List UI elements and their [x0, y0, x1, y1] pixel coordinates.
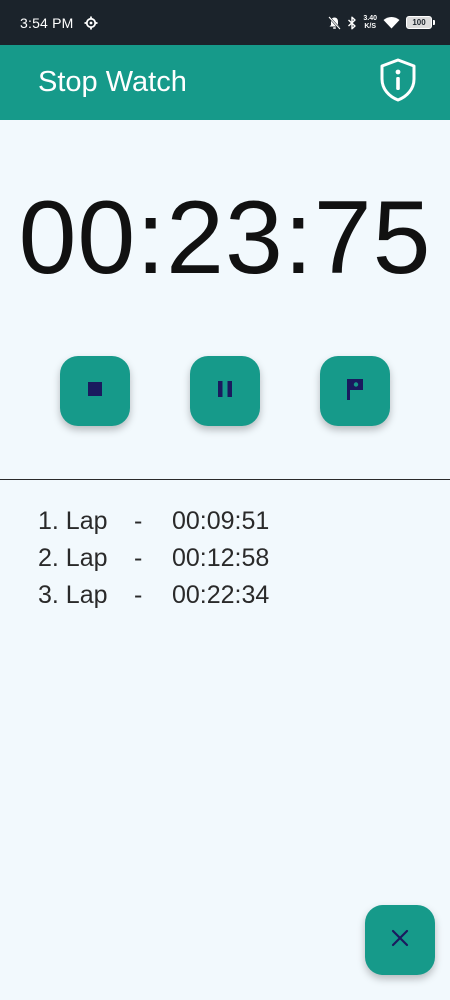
lap-separator: - — [134, 544, 143, 572]
stop-button[interactable] — [60, 356, 130, 426]
lap-item: 3. Lap - 00:22:34 — [38, 577, 418, 614]
flag-icon — [344, 377, 366, 406]
stop-icon — [87, 381, 103, 402]
lap-label: 3. Lap — [38, 581, 108, 609]
app-title: Stop Watch — [38, 66, 187, 98]
timer-controls — [0, 356, 450, 426]
lap-label: 1. Lap — [38, 507, 108, 535]
lap-item: 2. Lap - 00:12:58 — [38, 540, 418, 577]
status-bar: 3:54 PM 3.40 K/S 100 — [0, 0, 450, 45]
close-button[interactable] — [365, 905, 435, 975]
lap-button[interactable] — [320, 356, 390, 426]
bell-off-icon — [328, 15, 342, 30]
stopwatch-screen: 3:54 PM 3.40 K/S 100 Stop Watch 00:23:75… — [0, 0, 450, 1000]
status-time: 3:54 PM — [20, 14, 74, 31]
close-icon — [390, 928, 410, 953]
divider — [0, 479, 450, 480]
settings-gear-icon — [84, 16, 98, 30]
shield-info-icon — [378, 57, 418, 108]
lap-time: 00:12:58 — [172, 544, 270, 572]
status-icons: 3.40 K/S 100 — [328, 15, 435, 31]
lap-label: 2. Lap — [38, 544, 108, 572]
bluetooth-icon — [347, 16, 357, 30]
lap-separator: - — [134, 507, 143, 535]
pause-icon — [216, 379, 234, 404]
battery-level: 100 — [412, 18, 426, 27]
lap-list: 1. Lap - 00:09:51 2. Lap - 00:12:58 3. L… — [38, 503, 418, 614]
lap-separator: - — [134, 581, 143, 609]
lap-item: 1. Lap - 00:09:51 — [38, 503, 418, 540]
lap-time: 00:22:34 — [172, 581, 270, 609]
wifi-icon — [383, 16, 400, 29]
lap-time: 00:09:51 — [172, 507, 270, 535]
info-button[interactable] — [376, 57, 420, 108]
net-speed-unit: K/S — [364, 22, 377, 30]
pause-button[interactable] — [190, 356, 260, 426]
app-bar: Stop Watch — [0, 45, 450, 120]
battery-icon: 100 — [406, 16, 435, 29]
timer-display: 00:23:75 — [18, 180, 432, 296]
network-speed: 3.40 K/S — [363, 15, 377, 31]
net-speed-value: 3.40 — [363, 14, 377, 22]
